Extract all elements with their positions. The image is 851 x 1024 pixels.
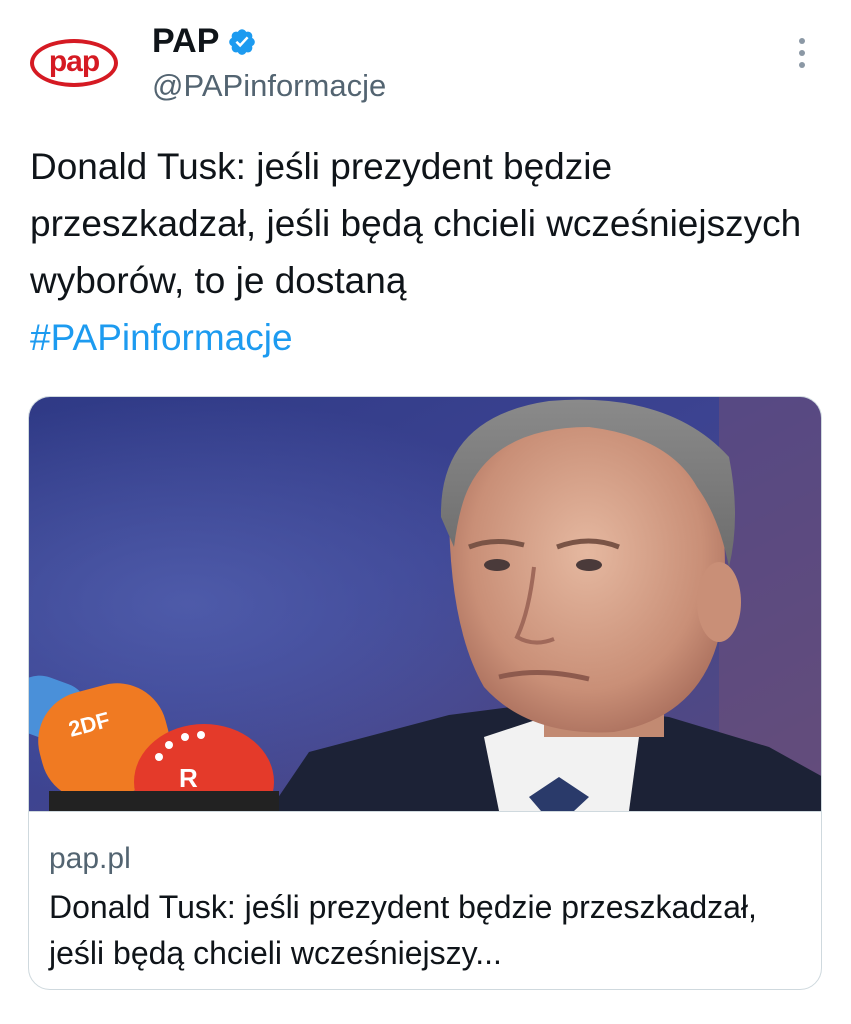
verified-badge-icon [229, 28, 256, 55]
tweet-body: Donald Tusk: jeśli prezydent będzie prze… [30, 146, 802, 301]
avatar[interactable]: pap [26, 26, 122, 100]
pap-logo-text: pap [48, 44, 100, 78]
svg-text:R: R [179, 763, 198, 793]
display-name[interactable]: PAP [152, 22, 219, 61]
tweet-text: Donald Tusk: jeśli prezydent będzie prze… [30, 138, 820, 366]
more-vertical-icon[interactable] [792, 38, 812, 74]
card-domain: pap.pl [49, 842, 131, 875]
card-image[interactable]: 2DF R [29, 397, 822, 811]
author-name-row: PAP [152, 22, 257, 61]
tweet-header: pap PAP @PAPinformacje [0, 0, 851, 120]
card-meta: pap.pl Donald Tusk: jeśli prezydent będz… [29, 811, 821, 989]
pap-logo: pap [30, 39, 118, 87]
card-title[interactable]: Donald Tusk: jeśli prezydent będzie prze… [49, 884, 799, 976]
hashtag-link[interactable]: #PAPinformacje [30, 317, 293, 358]
handle[interactable]: @PAPinformacje [152, 68, 386, 104]
link-preview-card[interactable]: 2DF R pap.pl Donald Tusk: jeśli prezyden… [28, 396, 822, 990]
